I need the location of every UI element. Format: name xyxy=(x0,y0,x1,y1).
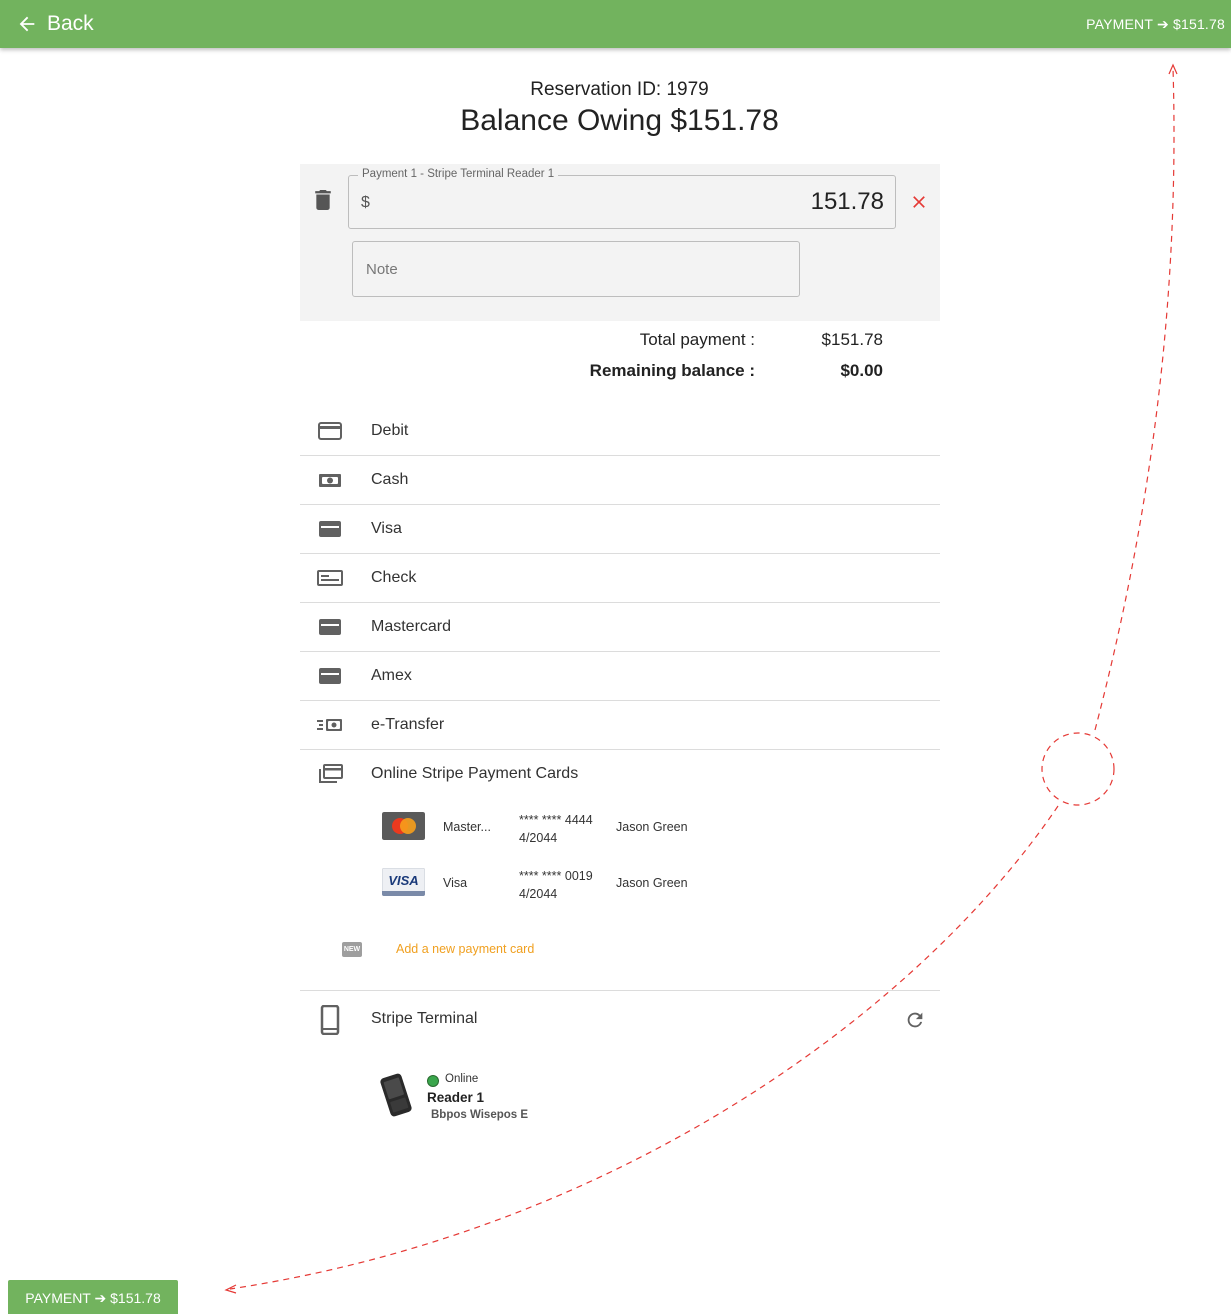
add-payment-card-label: Add a new payment card xyxy=(396,942,535,956)
back-button[interactable]: Back xyxy=(16,12,94,36)
remaining-balance-value: $0.00 xyxy=(840,361,883,380)
method-check[interactable]: Check xyxy=(300,554,940,603)
reader-model: Bbpos Wisepos E xyxy=(431,1109,529,1121)
card-brand: Master... xyxy=(443,820,491,834)
online-status-dot xyxy=(427,1075,439,1087)
gesture-touch-circle xyxy=(1041,732,1115,806)
reader-name: Reader 1 xyxy=(427,1090,485,1105)
gesture-arrow-left-icon xyxy=(224,1284,237,1294)
stripe-cards-section: Online Stripe Payment Cards Master... **… xyxy=(300,750,940,991)
card-number: **** **** 4444 4/2044 xyxy=(519,811,593,847)
method-label: Debit xyxy=(371,422,409,439)
credit-card-icon xyxy=(319,619,341,635)
total-payment-value: $151.78 xyxy=(821,330,883,349)
method-amex[interactable]: Amex xyxy=(300,652,940,701)
saved-card-visa[interactable]: VISA Visa **** **** 0019 4/2044 Jason Gr… xyxy=(382,868,782,908)
check-icon xyxy=(317,570,343,586)
mastercard-logo-icon xyxy=(382,812,425,840)
stripe-cards-header[interactable]: Online Stripe Payment Cards xyxy=(300,750,940,799)
remaining-balance-label: Remaining balance : xyxy=(589,361,755,380)
gesture-arrow-up-icon xyxy=(1168,63,1178,75)
method-mastercard[interactable]: Mastercard xyxy=(300,603,940,652)
cards-stack-icon xyxy=(319,764,343,783)
card-reader-device-icon xyxy=(380,1073,412,1117)
note-input[interactable]: Note xyxy=(352,241,800,297)
cash-icon xyxy=(319,474,341,487)
method-debit[interactable]: Debit xyxy=(300,407,940,456)
arrow-left-icon xyxy=(19,16,35,32)
bottom-payment-button[interactable]: PAYMENT ➔ $151.78 xyxy=(8,1280,178,1314)
reservation-id: Reservation ID: 1979 xyxy=(530,79,709,100)
trash-icon[interactable] xyxy=(315,190,331,210)
card-number-text: **** **** 4444 xyxy=(519,813,593,827)
card-owner: Jason Green xyxy=(616,820,688,834)
method-label: Cash xyxy=(371,471,409,488)
remove-payment-icon[interactable] xyxy=(909,192,929,212)
card-owner: Jason Green xyxy=(616,876,688,890)
header-payment-button[interactable]: PAYMENT ➔ $151.78 xyxy=(1086,16,1225,33)
visa-logo-icon: VISA xyxy=(382,868,425,896)
method-label: e-Transfer xyxy=(371,716,445,733)
card-brand: Visa xyxy=(443,876,468,890)
credit-card-icon xyxy=(319,668,341,684)
refresh-icon[interactable] xyxy=(904,1009,926,1031)
credit-card-outline-icon xyxy=(318,422,342,440)
top-app-bar: Back PAYMENT ➔ $151.78 xyxy=(0,0,1231,48)
payment-entry-panel: Payment 1 - Stripe Terminal Reader 1 $ 1… xyxy=(300,164,940,321)
stripe-terminal-section: Stripe Terminal Online Reader 1 Bbpos Wi… xyxy=(300,992,940,1142)
method-label: Visa xyxy=(371,520,402,537)
currency-symbol: $ xyxy=(361,194,370,211)
card-number: **** **** 0019 4/2044 xyxy=(519,867,593,903)
card-number-text: **** **** 0019 xyxy=(519,869,593,883)
method-e-transfer[interactable]: e-Transfer xyxy=(300,701,940,750)
stripe-terminal-header[interactable]: Stripe Terminal xyxy=(300,995,940,1044)
card-expiry: 4/2044 xyxy=(519,887,558,901)
total-payment-label: Total payment : xyxy=(639,330,755,349)
payment-methods-list: Debit Cash Visa Check Mastercard Amex e-… xyxy=(300,407,940,750)
method-label: Amex xyxy=(371,667,412,684)
payment-amount-legend: Payment 1 - Stripe Terminal Reader 1 xyxy=(358,168,559,180)
card-expiry: 4/2044 xyxy=(519,831,558,845)
payment-amount-field[interactable]: Payment 1 - Stripe Terminal Reader 1 $ 1… xyxy=(348,168,896,229)
gesture-path-upper xyxy=(1094,67,1175,731)
back-label: Back xyxy=(47,12,94,35)
phone-icon xyxy=(320,1005,340,1035)
new-badge-icon: NEW xyxy=(342,942,362,957)
method-label: Check xyxy=(371,569,417,586)
note-placeholder: Note xyxy=(366,261,398,278)
credit-card-icon xyxy=(319,521,341,537)
balance-owing: Balance Owing $151.78 xyxy=(460,104,779,137)
stripe-cards-title: Online Stripe Payment Cards xyxy=(371,765,579,782)
e-transfer-icon xyxy=(317,719,342,731)
method-label: Mastercard xyxy=(371,618,452,635)
svg-text:VISA: VISA xyxy=(388,873,418,888)
terminal-reader-item[interactable]: Online Reader 1 Bbpos Wisepos E xyxy=(376,1068,576,1128)
reader-status: Online xyxy=(445,1073,479,1085)
stripe-terminal-title: Stripe Terminal xyxy=(371,1010,478,1027)
saved-card-mastercard[interactable]: Master... **** **** 4444 4/2044 Jason Gr… xyxy=(382,812,782,852)
method-cash[interactable]: Cash xyxy=(300,456,940,505)
method-visa[interactable]: Visa xyxy=(300,505,940,554)
payment-amount-value[interactable]: 151.78 xyxy=(811,188,884,216)
